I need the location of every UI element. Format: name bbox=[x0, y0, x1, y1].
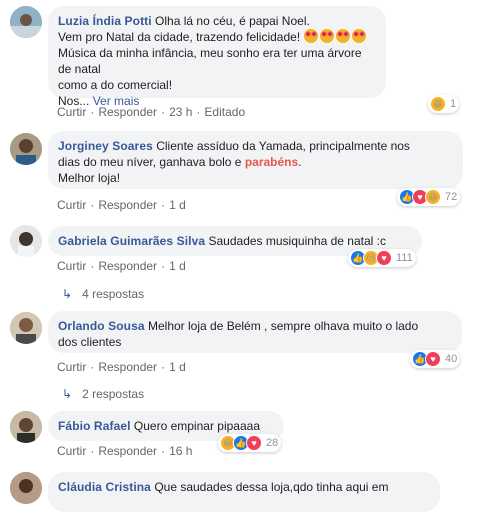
comment-bubble: Jorginey Soares Cliente assíduo da Yamad… bbox=[48, 131, 463, 189]
reaction-count: 28 bbox=[266, 437, 279, 449]
comment-actions: Curtir · Responder · 1 d bbox=[57, 360, 186, 374]
avatar[interactable] bbox=[10, 312, 42, 344]
love-icon: ♥ bbox=[425, 351, 441, 367]
like-link[interactable]: Curtir bbox=[57, 105, 86, 119]
avatar[interactable] bbox=[10, 411, 42, 443]
comment-text: Que saudades dessa loja,qdo tinha aqui e… bbox=[154, 480, 389, 494]
avatar[interactable] bbox=[10, 225, 42, 257]
like-link[interactable]: Curtir bbox=[57, 198, 86, 212]
comment-actions: Curtir · Responder · 16 h bbox=[57, 444, 193, 458]
comment-bubble: Luzia Índia Potti Olha lá no céu, é papa… bbox=[48, 6, 386, 108]
reply-link[interactable]: Responder bbox=[98, 444, 157, 458]
reaction-summary[interactable]: 👍 ♥ 😆 72 bbox=[397, 188, 461, 206]
comment-text: Quero empinar pipaaaa bbox=[133, 419, 260, 433]
reaction-summary[interactable]: 👍 😢 ♥ 111 bbox=[348, 249, 416, 267]
haha-icon: 😆 bbox=[425, 189, 441, 205]
comment-actions: Curtir · Responder · 1 d bbox=[57, 259, 186, 273]
comment-bubble: Orlando Sousa Melhor loja de Belém , sem… bbox=[48, 311, 462, 353]
comment-text-line: Cliente assíduo da Yamada, principalment… bbox=[156, 139, 410, 153]
comment-author[interactable]: Cláudia Cristina bbox=[58, 480, 151, 494]
comment-text: Saudades musiquinha de natal :c bbox=[208, 234, 386, 248]
reply-link[interactable]: Responder bbox=[98, 105, 157, 119]
reaction-count: 40 bbox=[445, 353, 458, 365]
reply-link[interactable]: Responder bbox=[98, 198, 157, 212]
reaction-summary[interactable]: 😆 1 bbox=[428, 95, 460, 113]
reaction-count: 111 bbox=[396, 252, 413, 264]
timestamp[interactable]: 1 d bbox=[169, 198, 186, 212]
timestamp[interactable]: 23 h bbox=[169, 105, 192, 119]
like-link[interactable]: Curtir bbox=[57, 444, 86, 458]
comment-text-line: Olha lá no céu, é papai Noel. bbox=[155, 14, 310, 28]
comment-bubble: Cláudia Cristina Que saudades dessa loja… bbox=[48, 472, 440, 512]
reaction-count: 1 bbox=[450, 98, 457, 110]
comment-text-line: Melhor loja de Belém , sempre olhava mui… bbox=[148, 319, 419, 333]
reply-link[interactable]: Responder bbox=[98, 259, 157, 273]
comment-text-line: Melhor loja! bbox=[58, 171, 121, 185]
comment-text-line: Música da minha infância, meu sonho era … bbox=[58, 46, 362, 76]
comment-text-line: dos clientes bbox=[58, 335, 122, 349]
view-replies-link[interactable]: ↳ 4 respostas bbox=[62, 287, 144, 301]
reaction-summary[interactable]: 👍 ♥ 40 bbox=[410, 350, 461, 368]
comment-author[interactable]: Orlando Sousa bbox=[58, 319, 145, 333]
comment-text-line: como a do comercial! bbox=[58, 78, 173, 92]
like-link[interactable]: Curtir bbox=[57, 259, 86, 273]
avatar[interactable] bbox=[10, 133, 42, 165]
reaction-count: 72 bbox=[445, 191, 458, 203]
highlighted-keyword[interactable]: parabéns bbox=[245, 155, 298, 169]
reply-arrow-icon: ↳ bbox=[62, 387, 73, 401]
view-replies-link[interactable]: ↳ 2 respostas bbox=[62, 387, 144, 401]
comment-actions: Curtir · Responder · 23 h · Editado bbox=[57, 105, 246, 119]
love-icon: ♥ bbox=[376, 250, 392, 266]
reply-link[interactable]: Responder bbox=[98, 360, 157, 374]
timestamp[interactable]: 1 d bbox=[169, 360, 186, 374]
love-icon: ♥ bbox=[246, 435, 262, 451]
reaction-summary[interactable]: 😆 👍 ♥ 28 bbox=[218, 434, 282, 452]
reply-arrow-icon: ↳ bbox=[62, 287, 73, 301]
replies-count: 2 respostas bbox=[82, 387, 145, 401]
avatar[interactable] bbox=[10, 472, 42, 504]
comment-author[interactable]: Gabriela Guimarães Silva bbox=[58, 234, 205, 248]
comment-actions: Curtir · Responder · 1 d bbox=[57, 198, 186, 212]
edited-label: Editado bbox=[204, 105, 246, 119]
comment-author[interactable]: Fábio Rafael bbox=[58, 419, 131, 433]
heart-eyes-emoji-icons bbox=[303, 29, 368, 44]
replies-count: 4 respostas bbox=[82, 287, 145, 301]
comment-text-line: Vem pro Natal da cidade, trazendo felici… bbox=[58, 30, 301, 44]
comment-punctuation: . bbox=[298, 155, 302, 169]
timestamp[interactable]: 16 h bbox=[169, 444, 192, 458]
comment-author[interactable]: Jorginey Soares bbox=[58, 139, 153, 153]
like-link[interactable]: Curtir bbox=[57, 360, 86, 374]
comment-text-line: dias do meu níver, ganhava bolo e bbox=[58, 155, 242, 169]
timestamp[interactable]: 1 d bbox=[169, 259, 186, 273]
comment-author[interactable]: Luzia Índia Potti bbox=[58, 14, 152, 28]
avatar[interactable] bbox=[10, 6, 42, 38]
haha-icon: 😆 bbox=[430, 96, 446, 112]
